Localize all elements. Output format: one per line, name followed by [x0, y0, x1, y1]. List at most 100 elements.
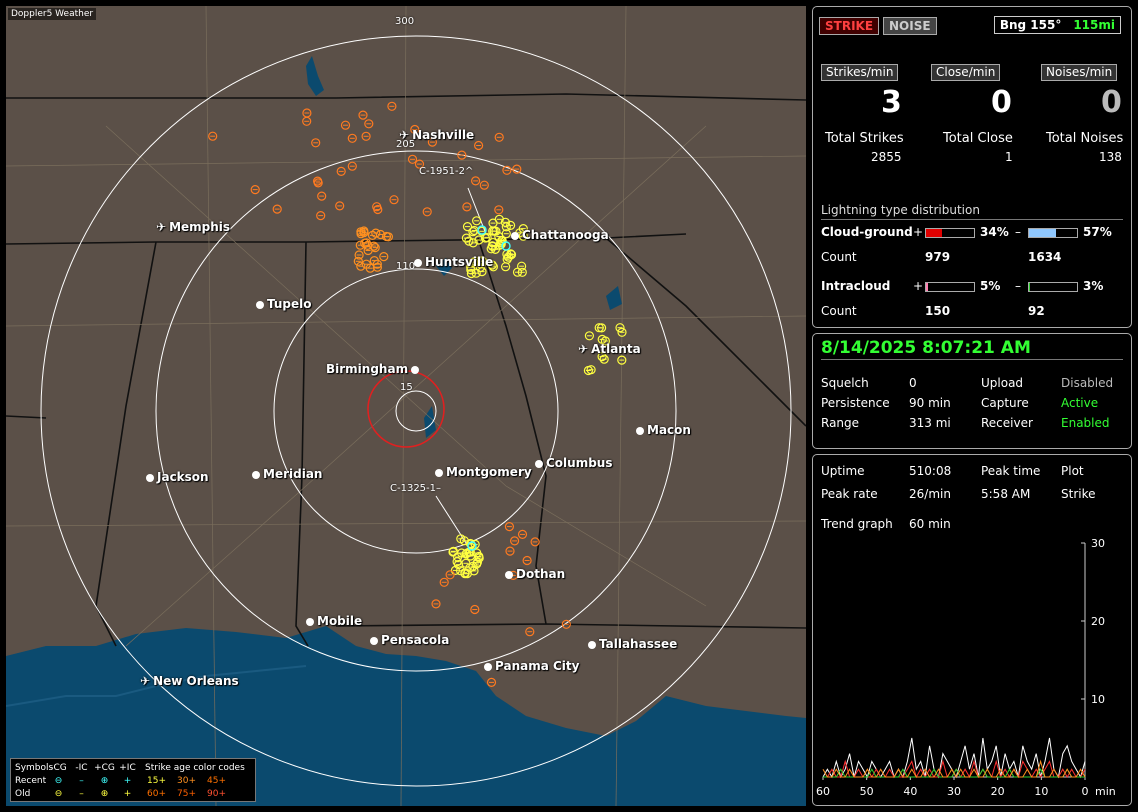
city-dot-icon: [146, 474, 154, 482]
close-per-min-value: 0: [991, 85, 1012, 120]
legend-header-pos-ic: +IC: [119, 762, 136, 773]
cg-minus-sign: –: [1015, 225, 1021, 239]
city-dot-icon: [588, 641, 596, 649]
strikes-per-min-value: 3: [881, 85, 902, 120]
squelch-label: Squelch: [821, 376, 869, 390]
legend-age-45: 45+: [207, 775, 226, 786]
total-strikes-label: Total Strikes: [825, 131, 904, 146]
city-chattanooga: Chattanooga: [511, 228, 609, 242]
city-dot-icon: [370, 637, 378, 645]
upload-value: Disabled: [1061, 376, 1114, 390]
lake-lanier: [606, 286, 622, 310]
bearing-value: Bng 155°: [999, 18, 1062, 32]
airport-icon: ✈: [578, 342, 589, 356]
persistence-value: 90 min: [909, 396, 951, 410]
trend-panel: Uptime 510:08 Peak time Plot Peak rate 2…: [812, 454, 1132, 806]
peak-rate-label: Peak rate: [821, 487, 878, 501]
trend-y-tick-label: 10: [1091, 693, 1105, 706]
range-value: 313 mi: [909, 416, 951, 430]
city-tupelo: Tupelo: [256, 297, 312, 311]
total-noises-value: 138: [1099, 150, 1122, 164]
city-dot-icon: [414, 259, 422, 267]
distance-value: 115mi: [1073, 18, 1115, 32]
legend-age-90: 90+: [207, 788, 226, 799]
trend-x-axis-label: min: [1095, 785, 1116, 798]
trend-x-tick-label: 0: [1082, 785, 1089, 798]
ic-minus-bar: [1028, 282, 1078, 292]
neg-cg-recent-icon: ⊖: [54, 775, 63, 786]
strike-button[interactable]: STRIKE: [819, 17, 880, 35]
legend-header-symbols: Symbols: [15, 762, 54, 773]
trend-y-tick-label: 20: [1091, 615, 1105, 628]
current-datetime: 8/14/2025 8:07:21 AM: [821, 338, 1031, 358]
city-dot-icon: [505, 571, 513, 579]
cg-plus-bar: [925, 228, 975, 238]
total-strikes-value: 2855: [871, 150, 902, 164]
trend-x-tick-label: 10: [1034, 785, 1048, 798]
ic-count-label: Count: [821, 304, 857, 318]
ic-plus-bar: [925, 282, 975, 292]
city-new-orleans: ✈ New Orleans: [140, 674, 239, 688]
pos-cg-old-icon: ⊕: [100, 788, 109, 799]
range-label-110: 110: [396, 261, 416, 272]
plot-value[interactable]: Strike: [1061, 487, 1096, 501]
storm-label-1: C-1951-2^: [419, 166, 474, 177]
distribution-separator: [821, 219, 1123, 220]
city-dot-icon: [252, 471, 260, 479]
capture-label: Capture: [981, 396, 1029, 410]
close-per-min-button[interactable]: Close/min: [931, 64, 1001, 81]
distribution-title: Lightning type distribution: [821, 203, 980, 217]
city-dot-icon: [484, 663, 492, 671]
lake-kentucky: [306, 56, 324, 96]
persistence-label: Persistence: [821, 396, 890, 410]
trend-chart: 30 20 10 60 50 40 30 20 10 0 min: [816, 537, 1116, 798]
trend-x-tick-label: 20: [991, 785, 1005, 798]
city-atlanta: ✈ Atlanta: [578, 342, 641, 356]
receiver-label: Receiver: [981, 416, 1033, 430]
cg-count-label: Count: [821, 250, 857, 264]
city-meridian: Meridian: [252, 467, 322, 481]
legend-header-age: Strike age color codes: [145, 762, 245, 773]
strike-stats-panel: STRIKE NOISE Bng 155° 115mi Strikes/min C…: [812, 6, 1132, 328]
ic-plus-percent: 5%: [980, 279, 1001, 293]
intracloud-label: Intracloud: [821, 279, 891, 293]
cg-plus-count: 979: [925, 250, 951, 264]
cg-minus-count: 1634: [1028, 250, 1062, 264]
legend-age-75: 75+: [177, 788, 196, 799]
trend-series-0: [822, 737, 1086, 779]
noises-per-min-value: 0: [1101, 85, 1122, 120]
trend-graph-value: 60 min: [909, 517, 951, 531]
city-montgomery: Montgomery: [435, 465, 532, 479]
city-dot-icon: [511, 232, 519, 240]
city-memphis: ✈ Memphis: [156, 220, 231, 234]
city-dot-icon: [535, 460, 543, 468]
lake-martin: [424, 406, 436, 438]
total-close-value: 1: [1005, 150, 1013, 164]
neg-cg-old-icon: ⊖: [54, 788, 63, 799]
airport-icon: ✈: [399, 128, 410, 142]
noises-per-min-button[interactable]: Noises/min: [1041, 64, 1118, 81]
legend-recent-label: Recent: [15, 775, 47, 786]
ic-minus-count: 92: [1028, 304, 1045, 318]
legend-header-pos-cg: +CG: [94, 762, 115, 773]
legend-age-15: 15+: [147, 775, 166, 786]
city-mobile: Mobile: [306, 614, 362, 628]
cg-minus-bar-fill: [1029, 229, 1057, 237]
cg-minus-bar: [1028, 228, 1078, 238]
noise-button[interactable]: NOISE: [883, 17, 937, 35]
city-dot-icon: [636, 427, 644, 435]
trend-y-tick-label: 30: [1091, 537, 1105, 550]
ic-minus-sign: –: [1015, 279, 1021, 293]
trend-series-3: [822, 759, 1086, 779]
lightning-map[interactable]: Doppler5 Weather 300 205 110 15 C-1951-2…: [6, 6, 806, 806]
strikes-per-min-button[interactable]: Strikes/min: [821, 64, 899, 81]
squelch-value: 0: [909, 376, 917, 390]
legend-age-60: 60+: [147, 788, 166, 799]
symbol-legend: Symbols -CG -IC +CG +IC Strike age color…: [10, 758, 256, 802]
datetime-separator: [821, 359, 1123, 360]
pos-ic-recent-icon: +: [123, 775, 132, 786]
ic-minus-bar-fill: [1029, 283, 1031, 291]
ic-minus-percent: 3%: [1083, 279, 1104, 293]
city-tallahassee: Tallahassee: [588, 637, 677, 651]
cg-plus-percent: 34%: [980, 225, 1009, 239]
